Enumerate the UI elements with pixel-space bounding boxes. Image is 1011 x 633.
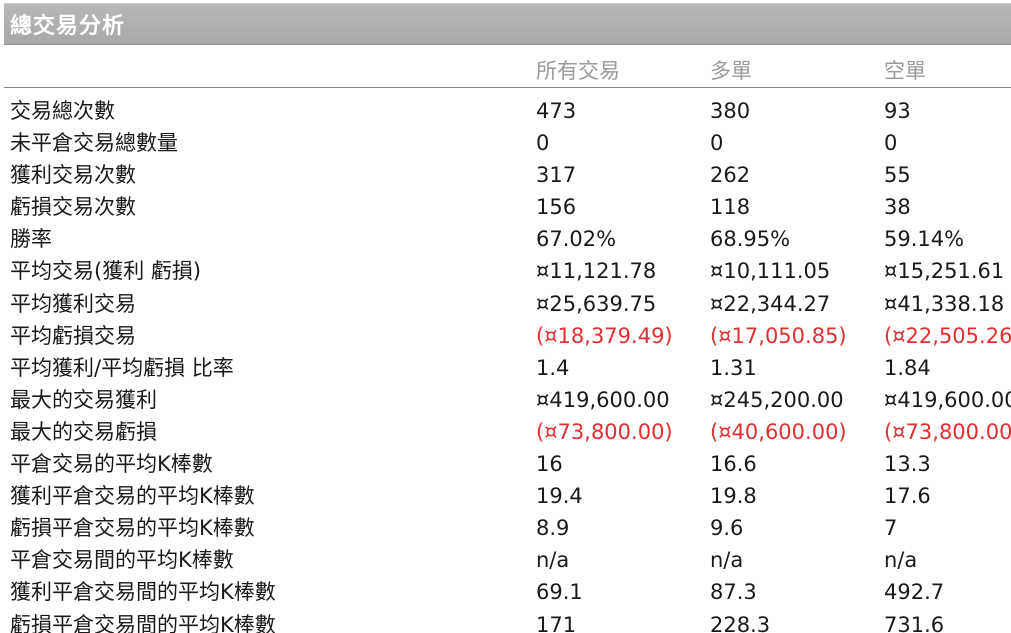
value-all-trades: n/a — [536, 548, 570, 573]
value-short: 7 — [884, 516, 898, 541]
table-row: 最大的交易虧損 (¤73,800.00) (¤40,600.00) (¤73,800.… — [4, 417, 1011, 449]
value-short: 731.6 — [884, 612, 945, 633]
row-label: 最大的交易獲利 — [10, 387, 157, 412]
table-row: 平均虧損交易 (¤18,379.49) (¤17,050.85) (¤22,505.2… — [4, 321, 1011, 353]
table-row: 虧損平倉交易的平均K棒數 8.9 9.6 7 — [4, 513, 1011, 545]
row-label: 虧損平倉交易間的平均K棒數 — [10, 612, 276, 633]
value-all-trades: (¤18,379.49) — [536, 323, 673, 348]
value-short: 55 — [884, 163, 911, 188]
row-label: 勝率 — [10, 227, 52, 252]
column-header-short: 空單 — [884, 59, 926, 83]
value-long: (¤40,600.00) — [710, 419, 847, 444]
value-short: 1.84 — [884, 355, 931, 380]
value-short: ¤41,338.18 — [884, 291, 1005, 316]
value-long: n/a — [710, 548, 744, 573]
total-trade-analysis-panel: 總交易分析 所有交易 多單 空單 交易總次數 473 380 93 未平倉交易總數量 0 0… — [4, 3, 1011, 633]
row-label: 獲利平倉交易間的平均K棒數 — [10, 580, 276, 605]
value-long: 68.95% — [710, 227, 791, 252]
table-row: 最大的交易獲利 ¤419,600.00 ¤245,200.00 ¤419,600.00 — [4, 385, 1011, 417]
table-row: 獲利交易次數 317 262 55 — [4, 160, 1011, 192]
value-short: ¤419,600.00 — [884, 387, 1011, 412]
value-short: 492.7 — [884, 580, 945, 605]
value-short: 59.14% — [884, 227, 965, 252]
value-all-trades: 156 — [536, 195, 577, 220]
value-long: ¤245,200.00 — [710, 387, 844, 412]
value-all-trades: 171 — [536, 612, 577, 633]
value-long: 118 — [710, 195, 751, 220]
value-long: ¤10,111.05 — [710, 259, 831, 284]
value-short: n/a — [884, 548, 918, 573]
table-row: 平均交易(獲利 虧損) ¤11,121.78 ¤10,111.05 ¤15,251.6… — [4, 256, 1011, 288]
table-row: 平均獲利/平均虧損 比率 1.4 1.31 1.84 — [4, 353, 1011, 385]
value-short: 17.6 — [884, 484, 931, 509]
row-label: 交易總次數 — [10, 99, 115, 123]
value-long: 262 — [710, 163, 751, 188]
value-all-trades: 19.4 — [536, 484, 583, 509]
value-long: 228.3 — [710, 612, 771, 633]
row-label: 平均虧損交易 — [10, 323, 136, 348]
value-long: 87.3 — [710, 580, 757, 605]
value-short: (¤22,505.26) — [884, 323, 1011, 348]
row-label: 虧損平倉交易的平均K棒數 — [10, 516, 255, 541]
value-all-trades: (¤73,800.00) — [536, 419, 673, 444]
value-short: ¤15,251.61 — [884, 259, 1005, 284]
row-label: 最大的交易虧損 — [10, 419, 157, 444]
column-header-divider — [4, 87, 1011, 88]
value-long: 19.8 — [710, 484, 757, 509]
table-row: 平均獲利交易 ¤25,639.75 ¤22,344.27 ¤41,338.18 — [4, 289, 1011, 321]
table-row: 虧損平倉交易間的平均K棒數 171 228.3 731.6 — [4, 610, 1011, 633]
value-short: 38 — [884, 195, 911, 220]
row-label: 平均獲利/平均虧損 比率 — [10, 355, 234, 380]
row-label: 平均獲利交易 — [10, 291, 136, 316]
value-all-trades: 8.9 — [536, 516, 570, 541]
value-all-trades: ¤25,639.75 — [536, 291, 657, 316]
value-all-trades: 473 — [536, 99, 577, 123]
row-label: 虧損交易次數 — [10, 195, 136, 220]
value-all-trades: 1.4 — [536, 355, 570, 380]
value-short: 13.3 — [884, 452, 931, 477]
table-row: 獲利平倉交易間的平均K棒數 69.1 87.3 492.7 — [4, 577, 1011, 609]
table-row: 交易總次數 473 380 93 — [4, 96, 1011, 128]
row-label: 平倉交易的平均K棒數 — [10, 452, 213, 477]
value-all-trades: 16 — [536, 452, 563, 477]
table-row: 未平倉交易總數量 0 0 0 — [4, 128, 1011, 160]
column-header-long: 多單 — [710, 59, 752, 83]
value-long: 1.31 — [710, 355, 757, 380]
value-long: 16.6 — [710, 452, 757, 477]
value-all-trades: 317 — [536, 163, 577, 188]
value-all-trades: 69.1 — [536, 580, 583, 605]
value-short: 0 — [884, 131, 898, 156]
panel-title: 總交易分析 — [10, 14, 126, 39]
value-short: 93 — [884, 99, 911, 123]
column-header-all-trades: 所有交易 — [536, 59, 620, 83]
table-row: 虧損交易次數 156 118 38 — [4, 192, 1011, 224]
column-header-row: 所有交易 多單 空單 — [4, 45, 1011, 88]
panel-header: 總交易分析 — [4, 3, 1011, 45]
table-row: 勝率 67.02% 68.95% 59.14% — [4, 224, 1011, 256]
value-all-trades: ¤11,121.78 — [536, 259, 657, 284]
table-row: 平倉交易間的平均K棒數 n/a n/a n/a — [4, 545, 1011, 577]
value-long: ¤22,344.27 — [710, 291, 831, 316]
value-long: 9.6 — [710, 516, 744, 541]
value-all-trades: 0 — [536, 131, 550, 156]
value-long: 380 — [710, 99, 751, 123]
value-long: (¤17,050.85) — [710, 323, 847, 348]
value-all-trades: 67.02% — [536, 227, 617, 252]
value-short: (¤73,800.00) — [884, 419, 1011, 444]
row-label: 平倉交易間的平均K棒數 — [10, 548, 234, 573]
row-label: 未平倉交易總數量 — [10, 131, 178, 156]
table-row: 獲利平倉交易的平均K棒數 19.4 19.8 17.6 — [4, 481, 1011, 513]
row-label: 獲利交易次數 — [10, 163, 136, 188]
table-row: 平倉交易的平均K棒數 16 16.6 13.3 — [4, 449, 1011, 481]
row-label: 平均交易(獲利 虧損) — [10, 259, 202, 284]
value-all-trades: ¤419,600.00 — [536, 387, 670, 412]
row-label: 獲利平倉交易的平均K棒數 — [10, 484, 255, 509]
stats-table: 交易總次數 473 380 93 未平倉交易總數量 0 0 0 獲利交易次數 317 262 55 虧損… — [4, 96, 1011, 633]
value-long: 0 — [710, 131, 724, 156]
